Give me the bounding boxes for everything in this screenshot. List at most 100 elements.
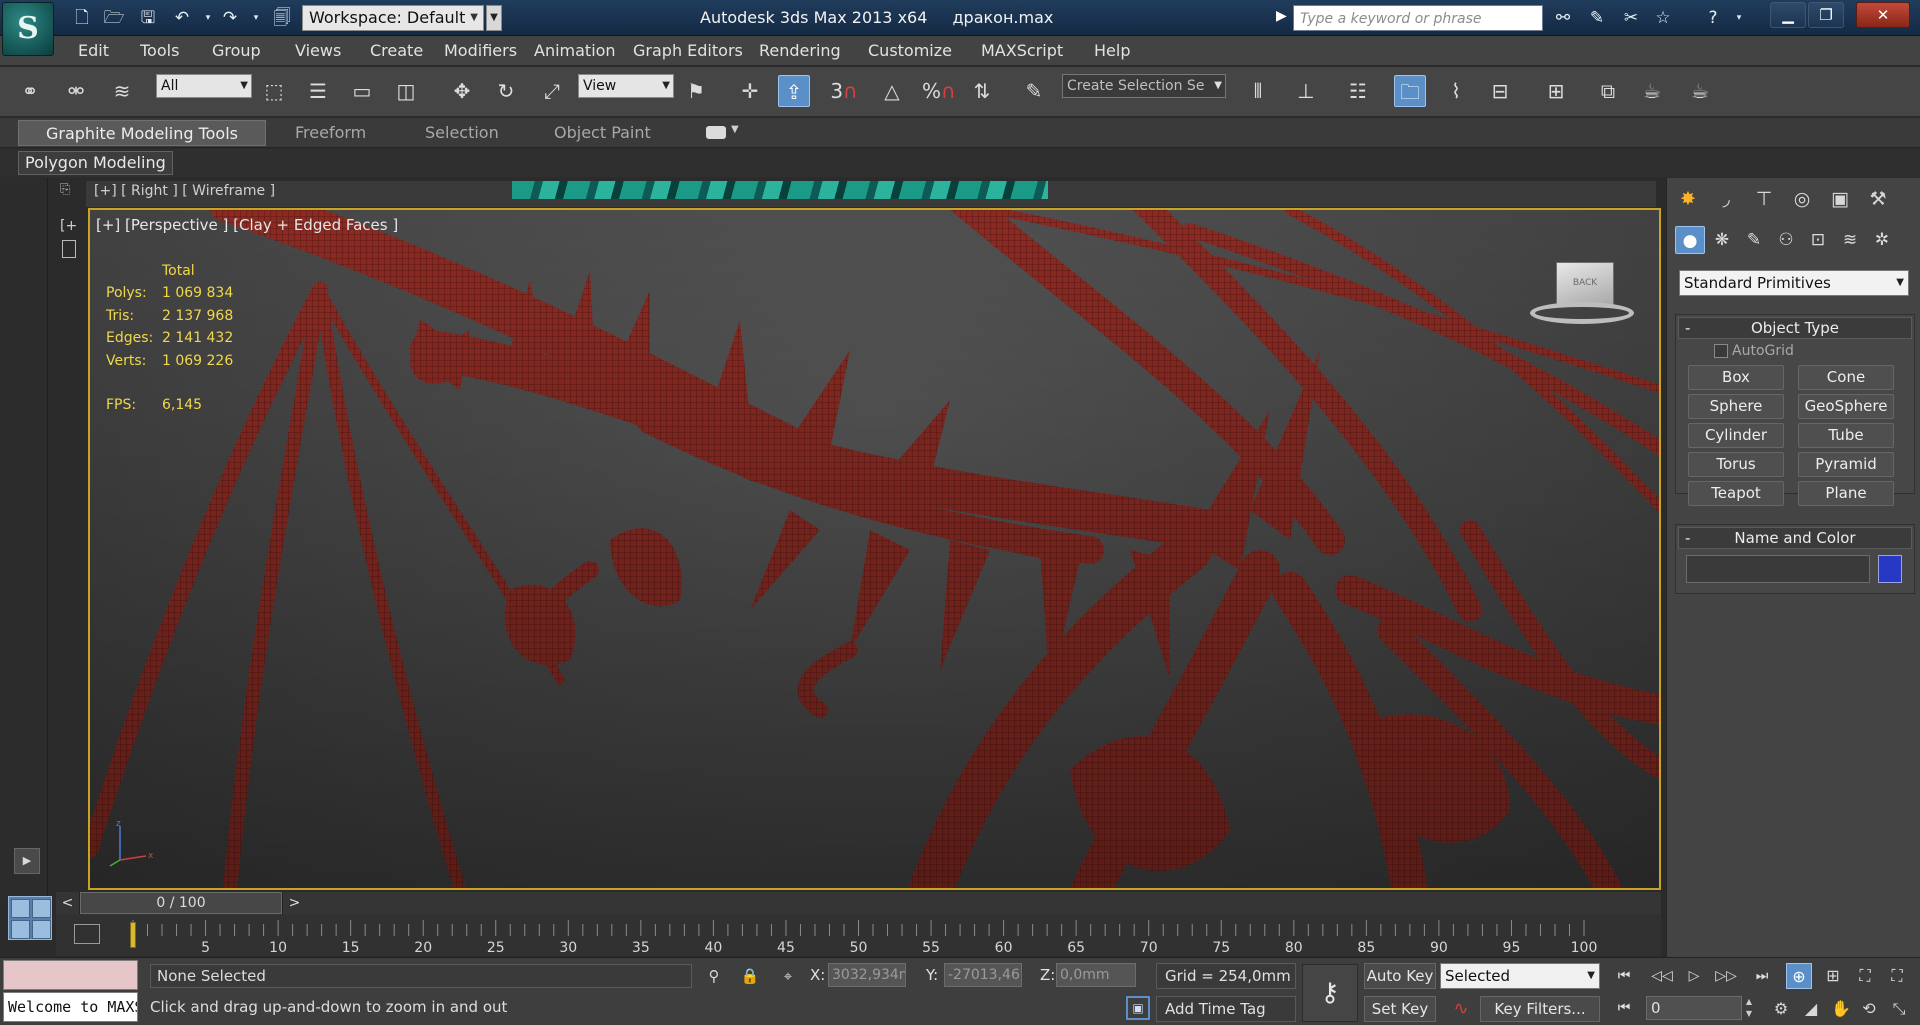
menu-group[interactable]: Group [212, 36, 261, 66]
bind-to-space-warp-icon[interactable]: ≋ [106, 75, 138, 107]
menu-create[interactable]: Create [370, 36, 423, 66]
key-mode-toggle-icon[interactable]: ⏮ [1610, 996, 1638, 1020]
helpers-icon[interactable]: ⊡ [1803, 226, 1833, 254]
current-frame-field[interactable]: 0 [1646, 996, 1742, 1020]
select-object-icon[interactable]: ⬚ [258, 75, 290, 107]
named-selection-sets-dropdown[interactable]: Create Selection Se ▼ [1062, 74, 1226, 98]
render-production-icon[interactable]: ☕ [1684, 75, 1716, 107]
geometry-icon[interactable]: ● [1675, 226, 1705, 254]
viewcube-face[interactable]: BACK [1556, 262, 1614, 306]
play-icon[interactable]: ▷ [1680, 964, 1708, 988]
selection-filter-dropdown[interactable]: All ▼ [156, 74, 252, 98]
menu-tools[interactable]: Tools [140, 36, 179, 66]
name-and-color-rollout-header[interactable]: - Name and Color [1678, 527, 1912, 549]
select-and-move-icon[interactable]: ✥ [446, 75, 478, 107]
zoom-all-icon[interactable]: ⊞ [1820, 963, 1846, 989]
menu-views[interactable]: Views [295, 36, 341, 66]
perspective-viewport[interactable]: [+] [Perspective ] [Clay + Edged Faces ]… [88, 208, 1661, 890]
graphite-modeling-tools-toggle-icon[interactable]: 🗀 [1394, 75, 1426, 107]
menu-edit[interactable]: Edit [78, 36, 109, 66]
zoom-extents-icon[interactable]: ⛶ [1852, 963, 1878, 989]
maxscript-listener-input[interactable] [3, 960, 138, 990]
create-icon[interactable]: ✸ [1673, 184, 1703, 214]
time-tag-icon[interactable]: ▣ [1126, 996, 1150, 1020]
field-of-view-icon[interactable]: ◢ [1798, 996, 1824, 1022]
workspace-dropdown[interactable]: Workspace: Default ▼ [302, 5, 484, 31]
pan-view-icon[interactable]: ✋ [1828, 996, 1854, 1022]
reference-coordinate-dropdown[interactable]: View ▼ [578, 74, 674, 98]
percent-snap-toggle-icon[interactable]: %∩ [922, 75, 956, 107]
ribbon-options-icon[interactable] [706, 126, 726, 139]
previous-frame-icon[interactable]: ◁◁ [1648, 964, 1676, 988]
systems-icon[interactable]: ✲ [1867, 226, 1897, 254]
curve-editor-icon[interactable]: ⌇ [1440, 75, 1472, 107]
menu-rendering[interactable]: Rendering [759, 36, 841, 66]
spinner-snap-toggle-icon[interactable]: ⇅ [966, 75, 998, 107]
angle-snap-toggle-icon[interactable]: △ [876, 75, 908, 107]
undo-icon[interactable]: ↶ [170, 6, 194, 30]
torus-button[interactable]: Torus [1688, 452, 1784, 477]
set-key-button[interactable]: Set Key [1364, 996, 1436, 1022]
menu-customize[interactable]: Customize [868, 36, 952, 66]
help-dropdown-icon[interactable]: ▾ [1726, 6, 1752, 30]
select-and-scale-icon[interactable]: ⤢ [536, 75, 568, 107]
space-warps-icon[interactable]: ≋ [1835, 226, 1865, 254]
undo-dropdown-icon[interactable]: ▾ [196, 6, 220, 30]
time-slider-prev-button[interactable]: < [56, 892, 80, 914]
menu-help[interactable]: Help [1094, 36, 1130, 66]
help-icon[interactable]: ? [1700, 6, 1726, 30]
cone-button[interactable]: Cone [1798, 365, 1894, 390]
render-setup-icon[interactable]: ⧉ [1592, 75, 1624, 107]
zoom-extents-all-icon[interactable]: ⛶ [1884, 963, 1910, 989]
right-viewport-label[interactable]: [+] [ Right ] [ Wireframe ] [94, 183, 275, 199]
hierarchy-icon[interactable]: ⊤ [1749, 184, 1779, 214]
select-and-rotate-icon[interactable]: ↻ [490, 75, 522, 107]
auto-key-button[interactable]: Auto Key [1364, 963, 1436, 989]
lights-icon[interactable]: ✎ [1739, 226, 1769, 254]
layer-manager-icon[interactable]: ☷ [1342, 75, 1374, 107]
redo-dropdown-icon[interactable]: ▾ [244, 6, 268, 30]
track-bar[interactable]: 5 10 15 20 25 30 35 40 45 50 55 60 65 70 75 80 85 90 95 100 [56, 914, 1661, 956]
unlink-selection-icon[interactable]: ⚮ [60, 75, 92, 107]
quick-access-customize-button[interactable]: ▼ [486, 5, 502, 31]
restore-button[interactable]: ❐ [1808, 2, 1844, 28]
viewport-snap-icon[interactable]: ⎘ [60, 182, 78, 200]
time-configuration-icon[interactable]: ⚙ [1768, 996, 1794, 1022]
menu-maxscript[interactable]: MAXScript [981, 36, 1063, 66]
window-crossing-icon[interactable]: ◫ [390, 75, 422, 107]
tab-graphite-modeling-tools[interactable]: Graphite Modeling Tools [18, 120, 266, 146]
go-to-start-icon[interactable]: ⏮ [1610, 964, 1638, 988]
shapes-icon[interactable]: ❋ [1707, 226, 1737, 254]
add-time-tag-button[interactable]: Add Time Tag [1156, 996, 1296, 1022]
current-frame-marker[interactable] [130, 922, 136, 948]
favorites-star-icon[interactable]: ☆ [1650, 6, 1676, 30]
minimize-button[interactable]: ▁ [1770, 2, 1806, 28]
absolute-relative-toggle-icon[interactable]: ⌖ [778, 966, 798, 986]
time-slider-thumb[interactable]: 0 / 100 [80, 892, 282, 914]
tube-button[interactable]: Tube [1798, 423, 1894, 448]
menu-modifiers[interactable]: Modifiers [444, 36, 517, 66]
orbit-icon[interactable]: ⟲ [1856, 996, 1882, 1022]
mirror-icon[interactable]: ⫴ [1242, 75, 1274, 107]
go-to-end-icon[interactable]: ⏭ [1748, 964, 1776, 988]
object-type-rollout-header[interactable]: - Object Type [1678, 317, 1912, 339]
next-frame-icon[interactable]: ▷▷ [1712, 964, 1740, 988]
sphere-button[interactable]: Sphere [1688, 394, 1784, 419]
open-icon[interactable]: 🗁 [102, 6, 126, 30]
time-slider-next-button[interactable]: > [282, 892, 306, 914]
tab-object-paint[interactable]: Object Paint [554, 120, 651, 146]
rectangular-selection-region-icon[interactable]: ▭ [346, 75, 378, 107]
infocenter-search-input[interactable]: Type a keyword or phrase [1293, 5, 1543, 31]
close-button[interactable]: ✕ [1856, 2, 1910, 28]
selection-lock-icon[interactable]: 🔒 [740, 966, 760, 986]
key-filters-button[interactable]: Key Filters... [1480, 996, 1600, 1022]
pyramid-button[interactable]: Pyramid [1798, 452, 1894, 477]
maxscript-listener-output[interactable]: Welcome to MAXScript. [3, 992, 138, 1022]
frame-spinner-icon[interactable]: ▲ ▼ [1742, 996, 1756, 1020]
align-icon[interactable]: ⊥ [1290, 75, 1322, 107]
maximize-viewport-icon[interactable]: ⤡ [1886, 996, 1912, 1022]
rendered-frame-window-icon[interactable]: ☕ [1636, 75, 1668, 107]
zoom-icon[interactable]: ⊕ [1786, 963, 1812, 989]
edit-named-selection-sets-icon[interactable]: ✎ [1018, 75, 1050, 107]
select-and-manipulate-icon[interactable]: ✛ [734, 75, 766, 107]
